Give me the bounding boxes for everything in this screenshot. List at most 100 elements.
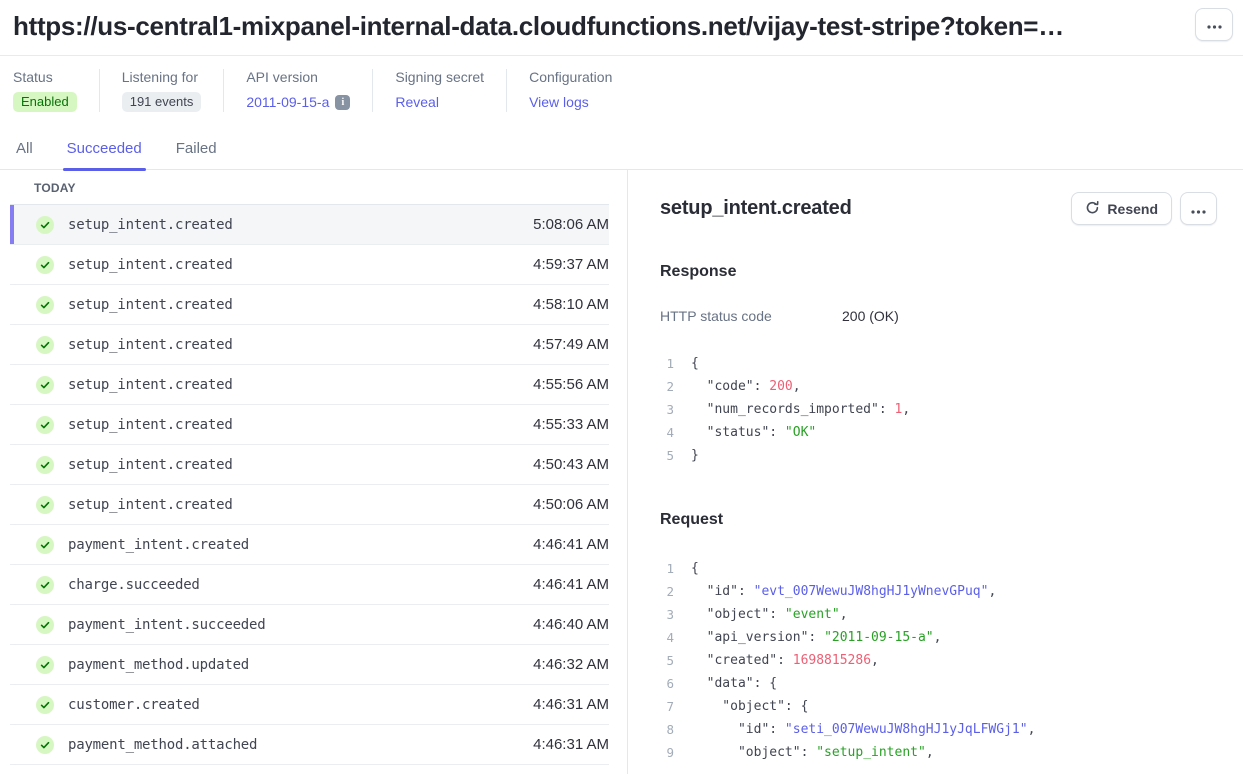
event-row[interactable]: charge.succeeded4:46:41 AM bbox=[10, 565, 609, 605]
success-check-icon bbox=[36, 696, 54, 714]
event-list: TODAY setup_intent.created5:08:06 AMsetu… bbox=[10, 170, 609, 765]
request-code-block: 1{2 "id": "evt_007WewuJW8hgHJ1yWnevGPuq"… bbox=[660, 557, 1217, 764]
2011-09-15-a-link[interactable]: 2011-09-15-a bbox=[246, 94, 329, 110]
success-check-icon bbox=[36, 576, 54, 594]
detail-actions: Resend bbox=[1071, 192, 1217, 225]
event-time: 5:08:06 AM bbox=[533, 216, 609, 233]
event-row[interactable]: setup_intent.created4:50:43 AM bbox=[10, 445, 609, 485]
code-text: "created": 1698815286, bbox=[691, 649, 879, 672]
selected-accent-bar bbox=[10, 245, 14, 284]
line-number: 4 bbox=[660, 421, 674, 444]
line-number: 8 bbox=[660, 718, 674, 741]
line-number: 6 bbox=[660, 672, 674, 695]
line-number: 9 bbox=[660, 741, 674, 764]
event-row[interactable]: customer.created4:46:31 AM bbox=[10, 685, 609, 725]
header-overflow-button[interactable] bbox=[1195, 8, 1233, 41]
line-number: 3 bbox=[660, 603, 674, 626]
reveal-link[interactable]: Reveal bbox=[395, 94, 439, 110]
line-number: 2 bbox=[660, 580, 674, 603]
meta-label: API version bbox=[246, 69, 350, 85]
event-time: 4:46:41 AM bbox=[533, 576, 609, 593]
code-line: 6 "data": { bbox=[660, 672, 1217, 695]
resend-button[interactable]: Resend bbox=[1071, 192, 1172, 225]
success-check-icon bbox=[36, 376, 54, 394]
meta-item-api-version: API version 2011-09-15-a i bbox=[223, 69, 372, 112]
page-header: https://us-central1-mixpanel-internal-da… bbox=[0, 0, 1243, 56]
selected-accent-bar bbox=[10, 725, 14, 764]
event-time: 4:46:32 AM bbox=[533, 656, 609, 673]
success-check-icon bbox=[36, 456, 54, 474]
code-text: } bbox=[691, 444, 699, 467]
selected-accent-bar bbox=[10, 645, 14, 684]
event-name: payment_method.updated bbox=[68, 657, 519, 673]
event-time: 4:57:49 AM bbox=[533, 336, 609, 353]
code-line: 7 "object": { bbox=[660, 695, 1217, 718]
event-row[interactable]: setup_intent.created4:59:37 AM bbox=[10, 245, 609, 285]
view-logs-link[interactable]: View logs bbox=[529, 94, 589, 110]
code-text: "id": "evt_007WewuJW8hgHJ1yWnevGPuq", bbox=[691, 580, 996, 603]
meta-label: Signing secret bbox=[395, 69, 484, 85]
event-row[interactable]: setup_intent.created4:50:06 AM bbox=[10, 485, 609, 525]
event-time: 4:50:43 AM bbox=[533, 456, 609, 473]
meta-item-signing-secret: Signing secret Reveal bbox=[372, 69, 506, 112]
event-row[interactable]: setup_intent.created4:55:56 AM bbox=[10, 365, 609, 405]
code-line: 2 "code": 200, bbox=[660, 375, 1217, 398]
page-title: https://us-central1-mixpanel-internal-da… bbox=[13, 11, 1179, 42]
refresh-icon bbox=[1085, 200, 1100, 218]
event-row[interactable]: payment_intent.created4:46:41 AM bbox=[10, 525, 609, 565]
event-rows: setup_intent.created5:08:06 AMsetup_inte… bbox=[10, 205, 609, 765]
selected-accent-bar bbox=[10, 445, 14, 484]
info-icon[interactable]: i bbox=[335, 95, 350, 110]
code-line: 3 "object": "event", bbox=[660, 603, 1217, 626]
selected-accent-bar bbox=[10, 685, 14, 724]
meta-item-configuration: ConfigurationView logs bbox=[506, 69, 634, 112]
event-row[interactable]: setup_intent.created4:55:33 AM bbox=[10, 405, 609, 445]
meta-value: 191 events bbox=[122, 92, 202, 112]
endpoint-meta-row: StatusEnabled Listening for 191 events API … bbox=[0, 56, 1243, 128]
event-row[interactable]: payment_intent.succeeded 4:46:40 AM bbox=[10, 605, 609, 645]
event-row[interactable]: setup_intent.created5:08:06 AM bbox=[10, 205, 609, 245]
code-line: 8 "id": "seti_007WewuJW8hgHJ1yJqLFWGj1", bbox=[660, 718, 1217, 741]
event-filter-tabs: All Succeeded Failed bbox=[0, 128, 1243, 170]
success-check-icon bbox=[36, 296, 54, 314]
event-row[interactable]: payment_method.attached4:46:31 AM bbox=[10, 725, 609, 765]
event-time: 4:46:40 AM bbox=[533, 616, 609, 633]
code-text: "object": { bbox=[691, 695, 808, 718]
tab-all[interactable]: All bbox=[14, 134, 35, 169]
event-group-label: TODAY bbox=[10, 170, 609, 205]
tab-succeeded[interactable]: Succeeded bbox=[65, 134, 144, 169]
meta-label: Listening for bbox=[122, 69, 202, 85]
event-time: 4:46:41 AM bbox=[533, 536, 609, 553]
line-number: 5 bbox=[660, 649, 674, 672]
selected-accent-bar bbox=[10, 285, 14, 324]
event-list-panel: TODAY setup_intent.created5:08:06 AMsetu… bbox=[0, 170, 628, 774]
code-text: "code": 200, bbox=[691, 375, 801, 398]
code-line: 1{ bbox=[660, 557, 1217, 580]
line-number: 4 bbox=[660, 626, 674, 649]
event-name: payment_intent.succeeded bbox=[68, 617, 519, 633]
content-split: TODAY setup_intent.created5:08:06 AMsetu… bbox=[0, 170, 1243, 774]
line-number: 2 bbox=[660, 375, 674, 398]
event-time: 4:59:37 AM bbox=[533, 256, 609, 273]
meta-item-status: StatusEnabled bbox=[0, 69, 99, 112]
event-name: customer.created bbox=[68, 697, 519, 713]
response-heading: Response bbox=[660, 263, 1217, 281]
meta-item-listening-for: Listening for 191 events bbox=[99, 69, 224, 112]
event-row[interactable]: setup_intent.created4:57:49 AM bbox=[10, 325, 609, 365]
event-name: setup_intent.created bbox=[68, 417, 519, 433]
resend-button-label: Resend bbox=[1107, 201, 1158, 217]
tab-failed[interactable]: Failed bbox=[174, 134, 219, 169]
meta-value: Enabled bbox=[13, 92, 77, 112]
line-number: 3 bbox=[660, 398, 674, 421]
success-check-icon bbox=[36, 256, 54, 274]
event-row[interactable]: setup_intent.created4:58:10 AM bbox=[10, 285, 609, 325]
ellipsis-icon bbox=[1191, 201, 1206, 217]
selected-accent-bar bbox=[10, 525, 14, 564]
http-status-row: HTTP status code 200 (OK) bbox=[660, 308, 1217, 324]
http-status-label: HTTP status code bbox=[660, 308, 842, 324]
detail-overflow-button[interactable] bbox=[1180, 192, 1217, 225]
line-number: 1 bbox=[660, 557, 674, 580]
event-row[interactable]: payment_method.updated 4:46:32 AM bbox=[10, 645, 609, 685]
selected-accent-bar bbox=[10, 605, 14, 644]
line-number: 7 bbox=[660, 695, 674, 718]
